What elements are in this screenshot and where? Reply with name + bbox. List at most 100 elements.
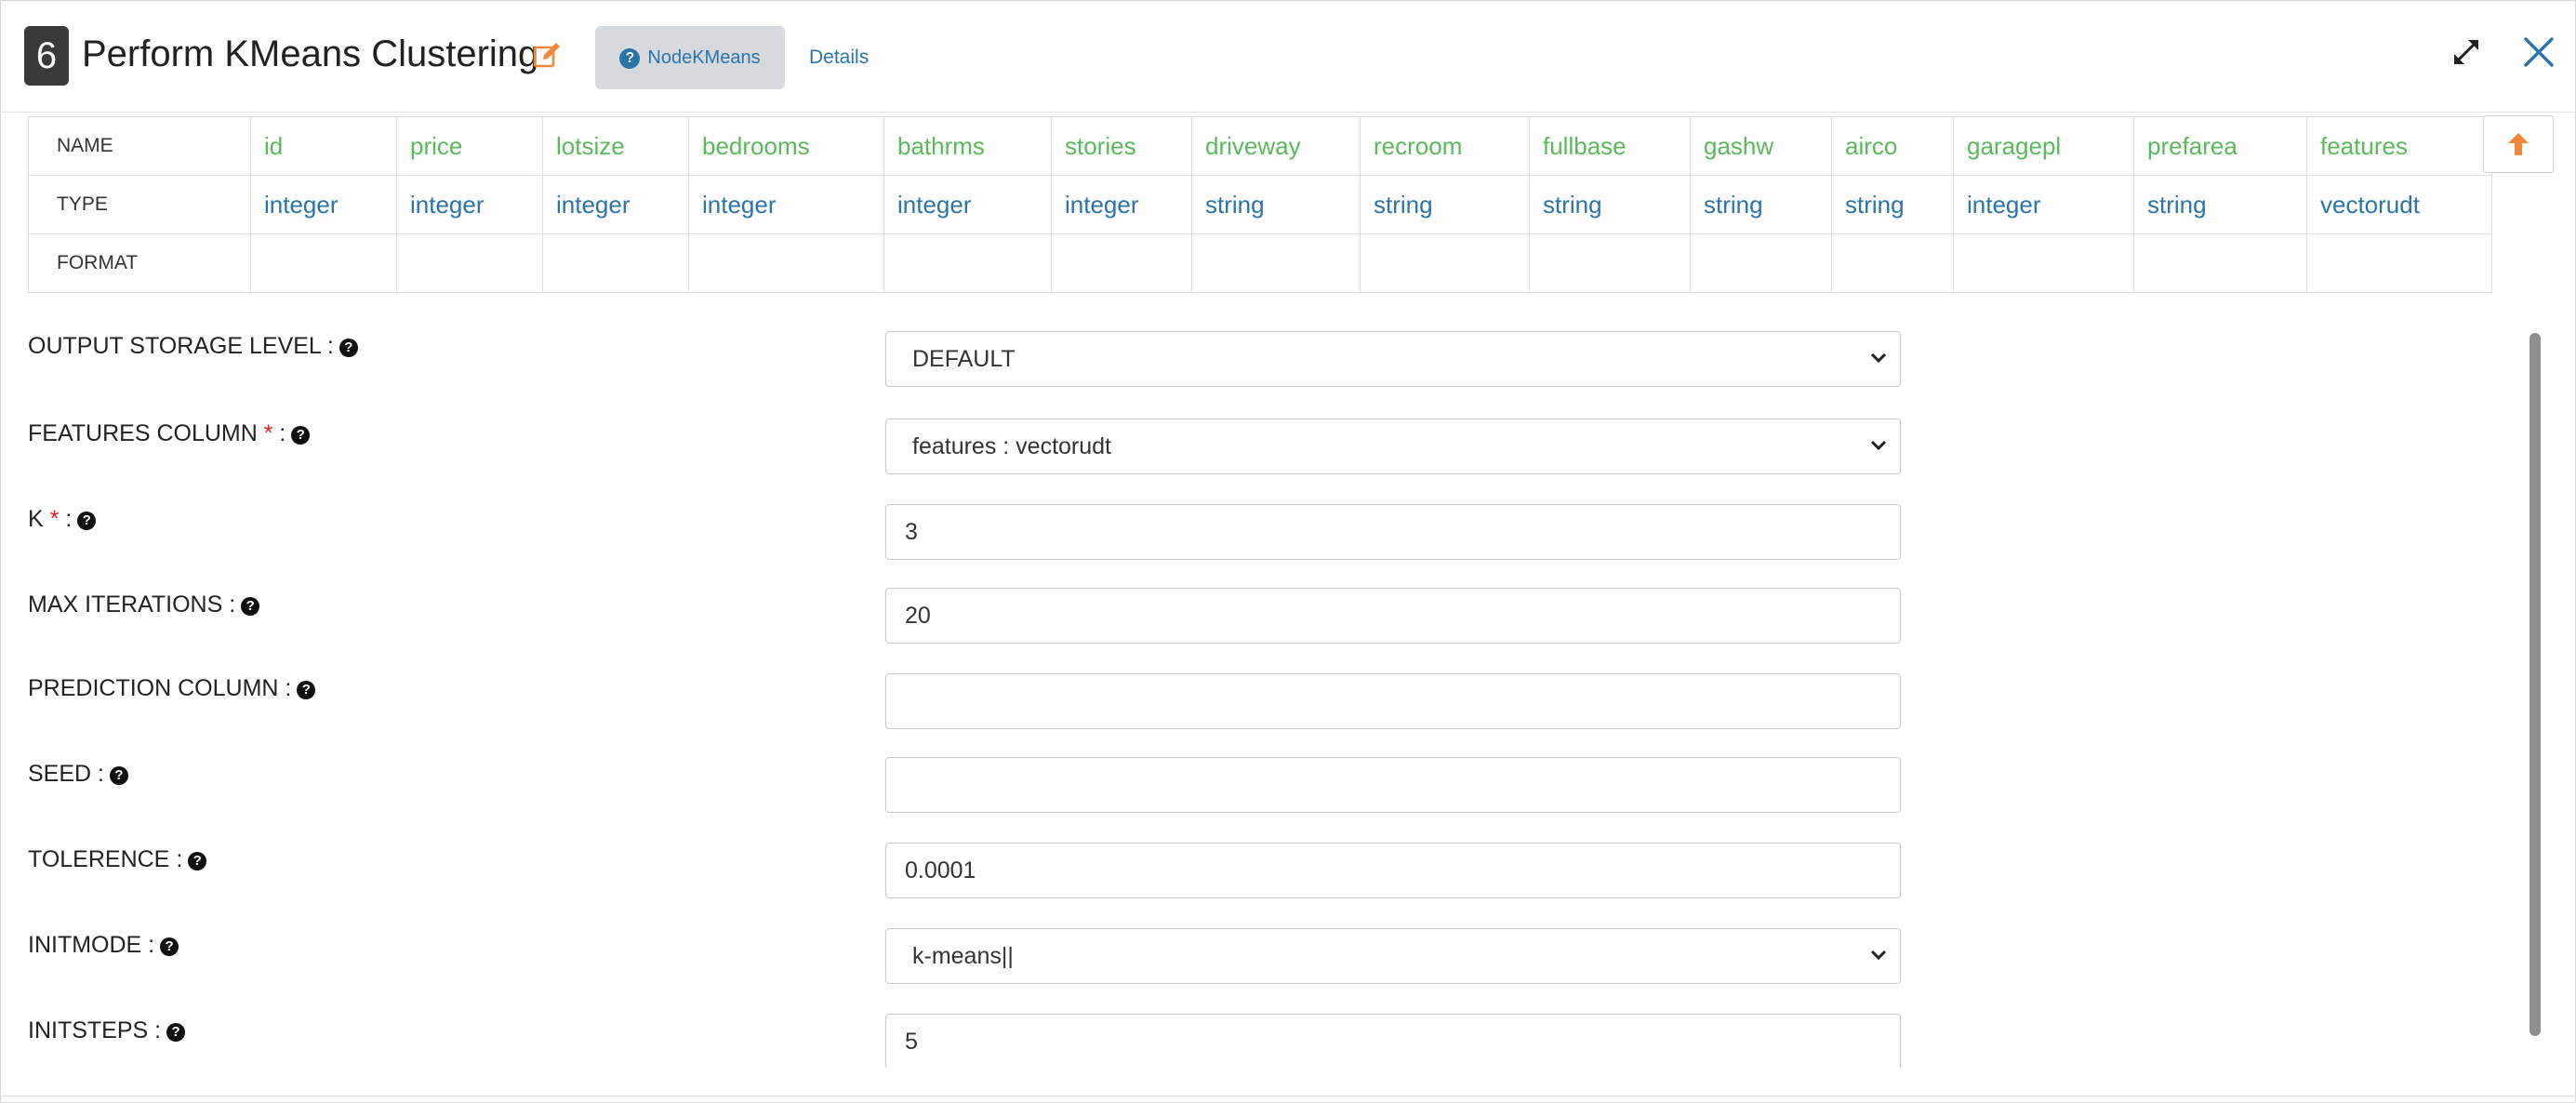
label-suffix: : — [98, 761, 104, 787]
field-max-iterations: MAX ITERATIONS :? — [0, 586, 1953, 660]
k-input[interactable] — [885, 504, 1901, 560]
field-label: PREDICTION COLUMN :? — [28, 670, 316, 707]
column-type: string — [1831, 175, 1954, 234]
column-name: bedrooms — [688, 116, 884, 176]
column-type: integer — [1051, 175, 1192, 234]
column-type: string — [1191, 175, 1361, 234]
column-type: integer — [688, 175, 884, 234]
column-type: integer — [883, 175, 1052, 234]
field-label-text: INITMODE — [28, 932, 142, 958]
field-tolerence: TOLERENCE :? — [0, 841, 1953, 915]
column-type: integer — [542, 175, 689, 234]
field-label-text: K — [28, 506, 44, 532]
column-type: integer — [396, 175, 543, 234]
question-circle-icon[interactable]: ? — [339, 339, 358, 357]
field-initmode: INITMODE :? k-means|| — [0, 926, 1953, 1001]
column-name: recroom — [1360, 116, 1530, 176]
expand-icon[interactable] — [2448, 35, 2485, 69]
column-name: id — [250, 116, 397, 176]
question-circle-icon[interactable]: ? — [188, 852, 207, 870]
column-format — [883, 233, 1052, 293]
features-column-select[interactable]: features : vectorudt — [885, 419, 1901, 474]
header-divider — [0, 112, 2576, 113]
question-circle-icon[interactable]: ? — [291, 426, 311, 445]
schema-name-row: NAME id price lotsize bedrooms bathrms s… — [28, 116, 2492, 176]
column-type: string — [1690, 175, 1832, 234]
column-format — [688, 233, 884, 293]
field-label-text: SEED — [28, 761, 92, 787]
field-label: K * :? — [28, 500, 97, 538]
column-format — [2133, 233, 2307, 293]
column-format — [2306, 233, 2492, 293]
chevron-down-icon — [1870, 352, 1887, 364]
column-format — [396, 233, 543, 293]
edit-icon[interactable] — [532, 41, 562, 71]
tab-details[interactable]: Details — [809, 26, 869, 89]
required-marker: * — [49, 506, 60, 532]
label-suffix: : — [176, 846, 183, 872]
required-marker: * — [263, 420, 273, 446]
tolerence-input[interactable] — [885, 843, 1901, 898]
page-title: Perform KMeans Clustering — [82, 33, 539, 74]
field-label: TOLERENCE :? — [28, 841, 207, 878]
column-name: features — [2306, 116, 2492, 176]
vertical-scrollbar[interactable] — [2530, 333, 2541, 1036]
output-storage-level-select[interactable]: DEFAULT — [885, 331, 1901, 387]
label-suffix: : — [285, 675, 292, 701]
question-circle-icon[interactable]: ? — [297, 681, 316, 699]
seed-input[interactable] — [885, 757, 1901, 813]
column-name: bathrms — [883, 116, 1052, 176]
question-circle-icon[interactable]: ? — [160, 937, 179, 956]
column-format — [542, 233, 689, 293]
prediction-column-input[interactable] — [885, 673, 1901, 729]
question-circle-icon[interactable]: ? — [241, 597, 260, 616]
column-format — [1690, 233, 1832, 293]
column-type: string — [2133, 175, 2307, 234]
field-label-text: OUTPUT STORAGE LEVEL — [28, 333, 321, 359]
field-label: SEED :? — [28, 755, 128, 792]
tab-help-label: NodeKMeans — [647, 47, 761, 68]
field-label: INITSTEPS :? — [28, 1012, 186, 1049]
field-seed: SEED :? — [0, 755, 1953, 830]
close-icon[interactable] — [2520, 33, 2557, 71]
initmode-select[interactable]: k-means|| — [885, 928, 1901, 984]
column-type: string — [1360, 175, 1530, 234]
arrow-up-icon — [2508, 133, 2529, 155]
field-label: FEATURES COLUMN * :? — [28, 415, 311, 452]
field-label-text: TOLERENCE — [28, 846, 170, 872]
max-iterations-input[interactable] — [885, 588, 1901, 644]
field-prediction-column: PREDICTION COLUMN :? — [0, 670, 1953, 744]
question-circle-icon[interactable]: ? — [110, 766, 128, 785]
field-label-text: INITSTEPS — [28, 1017, 149, 1043]
field-label-text: MAX ITERATIONS — [28, 591, 223, 618]
row-label-format: FORMAT — [28, 233, 251, 293]
column-format — [1191, 233, 1361, 293]
row-label-type: TYPE — [28, 175, 251, 234]
select-value: DEFAULT — [912, 346, 1016, 372]
question-circle-icon: ? — [619, 48, 641, 69]
field-label: INITMODE :? — [28, 926, 179, 963]
label-suffix: : — [229, 591, 236, 618]
column-name: fullbase — [1529, 116, 1691, 176]
column-name: gashw — [1690, 116, 1832, 176]
column-type: string — [1529, 175, 1691, 234]
question-circle-icon[interactable]: ? — [77, 512, 97, 530]
column-format — [1360, 233, 1530, 293]
label-suffix: : — [326, 333, 334, 359]
column-type: vectorudt — [2306, 175, 2492, 234]
tab-help-nodekmeans[interactable]: ? NodeKMeans — [595, 26, 785, 89]
column-name: lotsize — [542, 116, 689, 176]
column-name: price — [396, 116, 543, 176]
scroll-up-button[interactable] — [2483, 115, 2554, 173]
row-label-name: NAME — [28, 116, 251, 176]
column-format — [250, 233, 397, 293]
initsteps-input[interactable] — [885, 1014, 1901, 1068]
question-circle-icon[interactable]: ? — [166, 1023, 186, 1042]
column-format — [1953, 233, 2134, 293]
column-format — [1831, 233, 1954, 293]
label-suffix: : — [279, 420, 286, 446]
select-value: k-means|| — [912, 943, 1014, 969]
field-label: OUTPUT STORAGE LEVEL :? — [28, 327, 358, 365]
schema-type-row: TYPE integer integer integer integer int… — [28, 175, 2492, 234]
column-name: airco — [1831, 116, 1954, 176]
